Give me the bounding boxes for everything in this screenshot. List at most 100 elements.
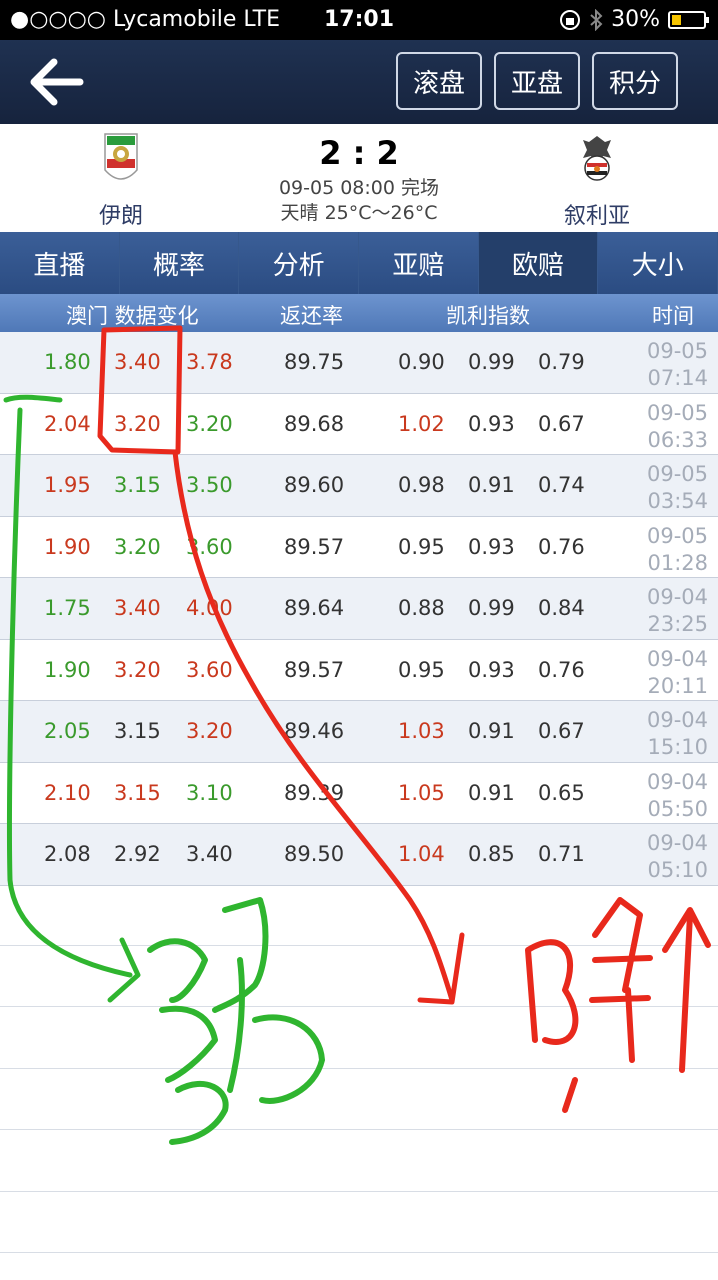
away-team[interactable]: 叙利亚: [522, 132, 672, 230]
column-header-kelly: 凯利指数: [446, 304, 530, 328]
odds-row[interactable]: 1.95 3.15 3.50 89.60 0.98 0.91 0.74 09-05 03:54: [0, 455, 718, 517]
odds-cell: 3.20: [186, 411, 233, 436]
tab-over-under[interactable]: 大小: [598, 232, 718, 294]
time-text: 15:10: [647, 735, 708, 759]
kelly-cell: 0.93: [468, 534, 515, 559]
tab-probability[interactable]: 概率: [120, 232, 240, 294]
kelly-cell: 0.67: [538, 719, 585, 743]
odds-row[interactable]: 1.90 3.20 3.60 89.57 0.95 0.93 0.76 09-04 20:11: [0, 639, 718, 701]
away-team-name: 叙利亚: [563, 204, 630, 229]
kelly-cell: 0.79: [538, 350, 585, 374]
kelly-cell: 0.93: [468, 411, 515, 436]
odds-row[interactable]: 2.08 2.92 3.40 89.50 1.04 0.85 0.71 09-04 05:10: [0, 824, 718, 886]
odds-table: 1.80 3.40 3.78 89.75 0.90 0.99 0.79 09-05 07:14 2…: [0, 332, 718, 886]
odds-cell: 3.40: [114, 596, 161, 620]
live-odds-button[interactable]: 滚盘: [396, 52, 482, 110]
kelly-cell: 0.91: [468, 719, 515, 743]
odds-cell: 3.15: [114, 719, 161, 743]
odds-cell: 2.08: [44, 842, 91, 866]
return-rate-cell: 89.57: [284, 657, 345, 682]
empty-row: [0, 1007, 718, 1069]
syria-badge-icon: [583, 136, 611, 181]
column-header-odds-change: 澳门 数据变化: [66, 304, 199, 328]
time-cell: 09-04 05:10: [647, 830, 708, 884]
time-cell: 09-05 03:54: [647, 461, 708, 515]
odds-cell: 4.00: [186, 596, 233, 620]
odds-cell: 3.15: [114, 780, 161, 805]
tab-bar: 直播 概率 分析 亚赔 欧赔 大小: [0, 232, 718, 294]
kelly-cell: 0.76: [538, 657, 585, 682]
column-header-time: 时间: [652, 304, 694, 328]
odds-cell: 1.95: [44, 473, 91, 497]
rotation-lock-icon: [560, 9, 581, 30]
odds-cell: 3.78: [186, 350, 233, 374]
date-text: 09-04: [646, 585, 708, 609]
empty-row: [0, 1069, 718, 1130]
battery-fill: [672, 14, 681, 25]
odds-row[interactable]: 1.75 3.40 4.00 89.64 0.88 0.99 0.84 09-04 23:25: [0, 578, 718, 640]
odds-cell: 2.05: [44, 719, 91, 743]
tab-european-odds[interactable]: 欧赔: [478, 232, 599, 294]
odds-cell: 3.40: [186, 842, 233, 866]
return-rate-cell: 89.64: [284, 596, 345, 620]
odds-row[interactable]: 2.10 3.15 3.10 89.39 1.05 0.91 0.65 09-04 05:50: [0, 762, 718, 824]
kelly-cell: 1.04: [398, 842, 445, 866]
return-rate-cell: 89.57: [284, 534, 345, 559]
tab-live[interactable]: 直播: [0, 232, 120, 294]
odds-cell: 3.60: [186, 534, 233, 559]
date-text: 09-04: [646, 831, 708, 855]
kelly-cell: 0.90: [398, 350, 445, 374]
odds-row[interactable]: 1.90 3.20 3.60 89.57 0.95 0.93 0.76 09-05 01:28: [0, 516, 718, 578]
time-cell: 09-04 20:11: [647, 646, 708, 700]
standings-button[interactable]: 积分: [592, 52, 678, 110]
tab-analysis[interactable]: 分析: [239, 232, 360, 294]
time-cell: 09-05 06:33: [647, 400, 708, 454]
kelly-cell: 0.99: [468, 596, 515, 620]
return-rate-cell: 89.60: [284, 473, 345, 497]
date-text: 09-05: [646, 523, 708, 548]
kelly-cell: 0.71: [538, 842, 585, 866]
column-header-return-rate: 返还率: [280, 304, 343, 328]
kelly-cell: 0.76: [538, 534, 585, 559]
kelly-cell: 0.93: [468, 657, 515, 682]
empty-row: [0, 946, 718, 1007]
empty-row: [0, 1192, 718, 1253]
return-rate-cell: 89.75: [284, 350, 345, 374]
odds-row[interactable]: 2.05 3.15 3.20 89.46 1.03 0.91 0.67 09-04 15:10: [0, 701, 718, 763]
time-cell: 09-05 07:14: [647, 338, 708, 392]
kelly-cell: 0.98: [398, 473, 445, 497]
kelly-cell: 0.91: [468, 780, 515, 805]
time-cell: 09-04 05:50: [647, 769, 708, 823]
kelly-cell: 0.95: [398, 534, 445, 559]
date-text: 09-05: [646, 462, 708, 486]
bluetooth-icon: [590, 8, 603, 31]
time-text: 03:54: [647, 489, 708, 513]
kelly-cell: 0.67: [538, 411, 585, 436]
time-text: 05:10: [647, 858, 708, 882]
arrow-left-icon[interactable]: [22, 54, 92, 110]
asian-handicap-button[interactable]: 亚盘: [494, 52, 580, 110]
kelly-cell: 1.05: [398, 780, 445, 805]
nav-bar: 滚盘 亚盘 积分: [0, 40, 718, 124]
time-text: 01:28: [647, 550, 708, 575]
date-text: 09-04: [646, 708, 708, 732]
odds-cell: 1.80: [44, 350, 91, 374]
time-text: 05:50: [647, 796, 708, 821]
empty-row: [0, 1130, 718, 1192]
kelly-cell: 0.65: [538, 780, 585, 805]
home-team-name: 伊朗: [98, 204, 143, 229]
odds-cell: 2.92: [114, 842, 161, 866]
odds-cell: 3.10: [186, 780, 233, 805]
tab-asian-odds[interactable]: 亚赔: [359, 232, 479, 294]
home-team[interactable]: 伊朗: [46, 132, 196, 230]
empty-list-area: [0, 884, 718, 1253]
time-text: 23:25: [647, 612, 708, 636]
time-text: 07:14: [647, 366, 708, 390]
empty-row: [0, 884, 718, 946]
odds-row[interactable]: 2.04 3.20 3.20 89.68 1.02 0.93 0.67 09-05 06:33: [0, 393, 718, 455]
kelly-cell: 0.95: [398, 657, 445, 682]
odds-cell: 3.20: [114, 411, 161, 436]
odds-row[interactable]: 1.80 3.40 3.78 89.75 0.90 0.99 0.79 09-05 07:14: [0, 332, 718, 394]
status-bar: ●○○○○ Lycamobile LTE 17:01 30%: [0, 0, 718, 40]
time-text: 20:11: [647, 673, 708, 698]
